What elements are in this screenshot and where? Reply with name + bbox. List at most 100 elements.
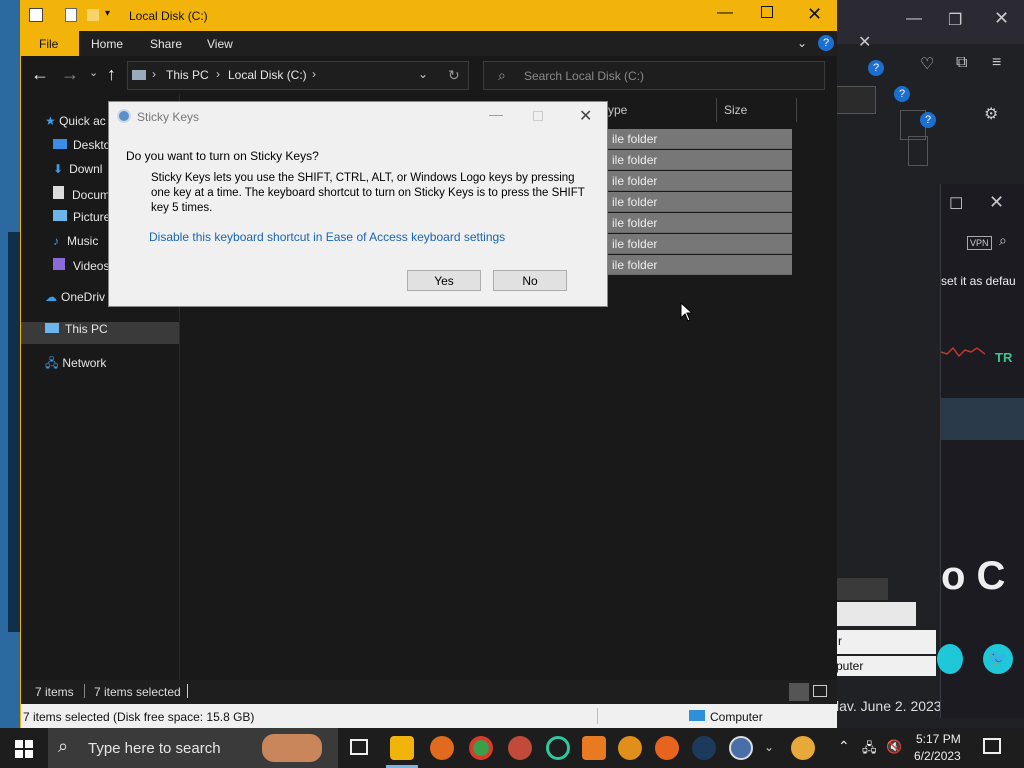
vpn-badge[interactable]: VPN	[967, 236, 992, 250]
pc-icon	[45, 323, 59, 333]
bg-status: puter	[836, 656, 936, 676]
tab-view[interactable]: View	[207, 37, 233, 51]
search-icon: ⌕	[58, 736, 69, 756]
app-icon[interactable]	[508, 736, 532, 760]
table-row[interactable]: ile folder	[604, 150, 792, 170]
new-folder-icon[interactable]	[87, 9, 99, 21]
column-size[interactable]: Size	[724, 98, 747, 122]
breadcrumb-this-pc[interactable]: This PC	[166, 68, 209, 82]
bg-status	[836, 602, 916, 626]
brave-icon[interactable]	[618, 736, 642, 760]
steam-icon[interactable]	[692, 736, 716, 760]
breadcrumb-local-disk[interactable]: Local Disk (C:)	[228, 68, 307, 82]
tr-text: TR	[995, 350, 1013, 365]
close-icon[interactable]: ✕	[989, 192, 1004, 213]
no-button[interactable]: No	[493, 270, 567, 291]
quick-access-toolbar-icon[interactable]	[29, 8, 43, 22]
donut-search-highlight-icon	[262, 734, 322, 762]
table-row[interactable]: ile folder	[604, 129, 792, 149]
minimize-icon[interactable]: —	[906, 10, 922, 28]
maximize-icon[interactable]	[761, 6, 773, 18]
clock-time[interactable]: 5:17 PM	[916, 732, 961, 746]
help-icon[interactable]: ?	[818, 35, 834, 51]
help-icon[interactable]: ?	[920, 112, 936, 128]
column-divider	[716, 98, 717, 122]
large-icons-view-icon[interactable]	[813, 685, 827, 697]
table-row[interactable]: ile folder	[604, 234, 792, 254]
notification-icon[interactable]	[983, 738, 1001, 754]
table-row[interactable]: ile folder	[604, 213, 792, 233]
maximize-icon[interactable]: ☐	[949, 194, 963, 214]
clock-date[interactable]: 6/2/2023	[914, 749, 961, 763]
title-bar: ▾ Local Disk (C:) — ✕	[21, 0, 837, 31]
recent-locations-icon[interactable]: ⌄	[89, 66, 98, 79]
column-divider	[796, 98, 797, 122]
chevron-down-icon[interactable]: ▾	[105, 8, 110, 19]
close-icon[interactable]: ✕	[858, 32, 871, 52]
table-row[interactable]: ile folder	[604, 192, 792, 212]
table-row[interactable]: ile folder	[604, 255, 792, 275]
extensions-icon[interactable]: ⧉	[956, 54, 967, 72]
file-explorer-taskbar-icon[interactable]	[390, 736, 414, 760]
refresh-icon[interactable]: ↻	[448, 67, 460, 84]
opera-gx-icon[interactable]	[546, 736, 570, 760]
social-icon[interactable]	[937, 644, 963, 674]
help-icon[interactable]: ?	[894, 86, 910, 102]
chevron-up-icon[interactable]: ⌃	[838, 738, 850, 755]
status-divider	[84, 684, 85, 698]
tab-share[interactable]: Share	[150, 37, 182, 51]
twitter-icon[interactable]: 🐦	[983, 644, 1013, 674]
chrome-icon[interactable]	[469, 736, 493, 760]
up-icon[interactable]: ↑	[107, 64, 116, 85]
taskbar-search-input[interactable]: ⌕ Type here to search	[48, 728, 338, 768]
nav-network[interactable]: 🖧 Network	[45, 354, 179, 376]
chevron-down-icon[interactable]: ⌄	[764, 740, 774, 754]
info-divider	[597, 708, 598, 724]
tab-home[interactable]: Home	[91, 37, 123, 51]
chevron-right-icon: ›	[152, 67, 156, 81]
help-icon[interactable]: ?	[868, 60, 884, 76]
close-icon[interactable]: ✕	[807, 4, 822, 25]
chevron-down-icon[interactable]: ⌄	[418, 67, 428, 81]
desktop-strip-dark	[8, 232, 20, 632]
menu-icon[interactable]: ≡	[992, 54, 1001, 72]
chevron-down-icon[interactable]: ⌄	[797, 36, 807, 50]
nav-this-pc[interactable]: This PC	[21, 322, 179, 344]
origin-icon[interactable]	[655, 736, 679, 760]
maximize-icon[interactable]: ❐	[948, 10, 962, 30]
pocket-icon[interactable]: ♡	[920, 54, 934, 74]
firefox-icon[interactable]	[430, 736, 454, 760]
app-icon[interactable]	[729, 736, 753, 760]
address-bar[interactable]: › This PC › Local Disk (C:) › ⌄ ↻	[127, 61, 469, 90]
maximize-icon	[533, 111, 543, 121]
taskbar-search-placeholder: Type here to search	[88, 740, 221, 757]
task-view-icon[interactable]	[350, 739, 368, 755]
column-type[interactable]: ype	[608, 98, 627, 122]
forward-icon[interactable]: →	[61, 64, 79, 85]
properties-icon[interactable]	[65, 8, 77, 22]
volume-muted-icon[interactable]: 🔇	[886, 739, 902, 755]
close-icon[interactable]: ✕	[579, 106, 592, 126]
windows-start-icon[interactable]	[15, 740, 33, 758]
tab-file[interactable]: File	[21, 31, 79, 56]
network-icon[interactable]: 🖧	[862, 739, 877, 761]
close-icon[interactable]: ✕	[994, 8, 1009, 29]
date-text: lav. June 2. 2023	[836, 698, 942, 714]
selected-count: 7 items selected	[94, 685, 181, 699]
disable-shortcut-link[interactable]: Disable this keyboard shortcut in Ease o…	[149, 230, 505, 244]
details-view-icon[interactable]	[789, 683, 809, 701]
minimize-icon: —	[489, 106, 503, 122]
chevron-right-icon: ›	[312, 67, 316, 81]
search-icon[interactable]: ⌕	[999, 232, 1007, 249]
search-input[interactable]: ⌕ Search Local Disk (C:)	[483, 61, 825, 90]
yes-button[interactable]: Yes	[407, 270, 481, 291]
picture-icon	[53, 210, 67, 221]
app-icon[interactable]	[582, 736, 606, 760]
gear-icon[interactable]: ⚙	[984, 104, 998, 124]
back-icon[interactable]: ←	[31, 64, 49, 85]
table-row[interactable]: ile folder	[604, 171, 792, 191]
weather-icon[interactable]	[791, 736, 815, 760]
status-divider	[187, 684, 188, 698]
chevron-right-icon: ›	[216, 67, 220, 81]
minimize-icon[interactable]: —	[717, 4, 733, 22]
